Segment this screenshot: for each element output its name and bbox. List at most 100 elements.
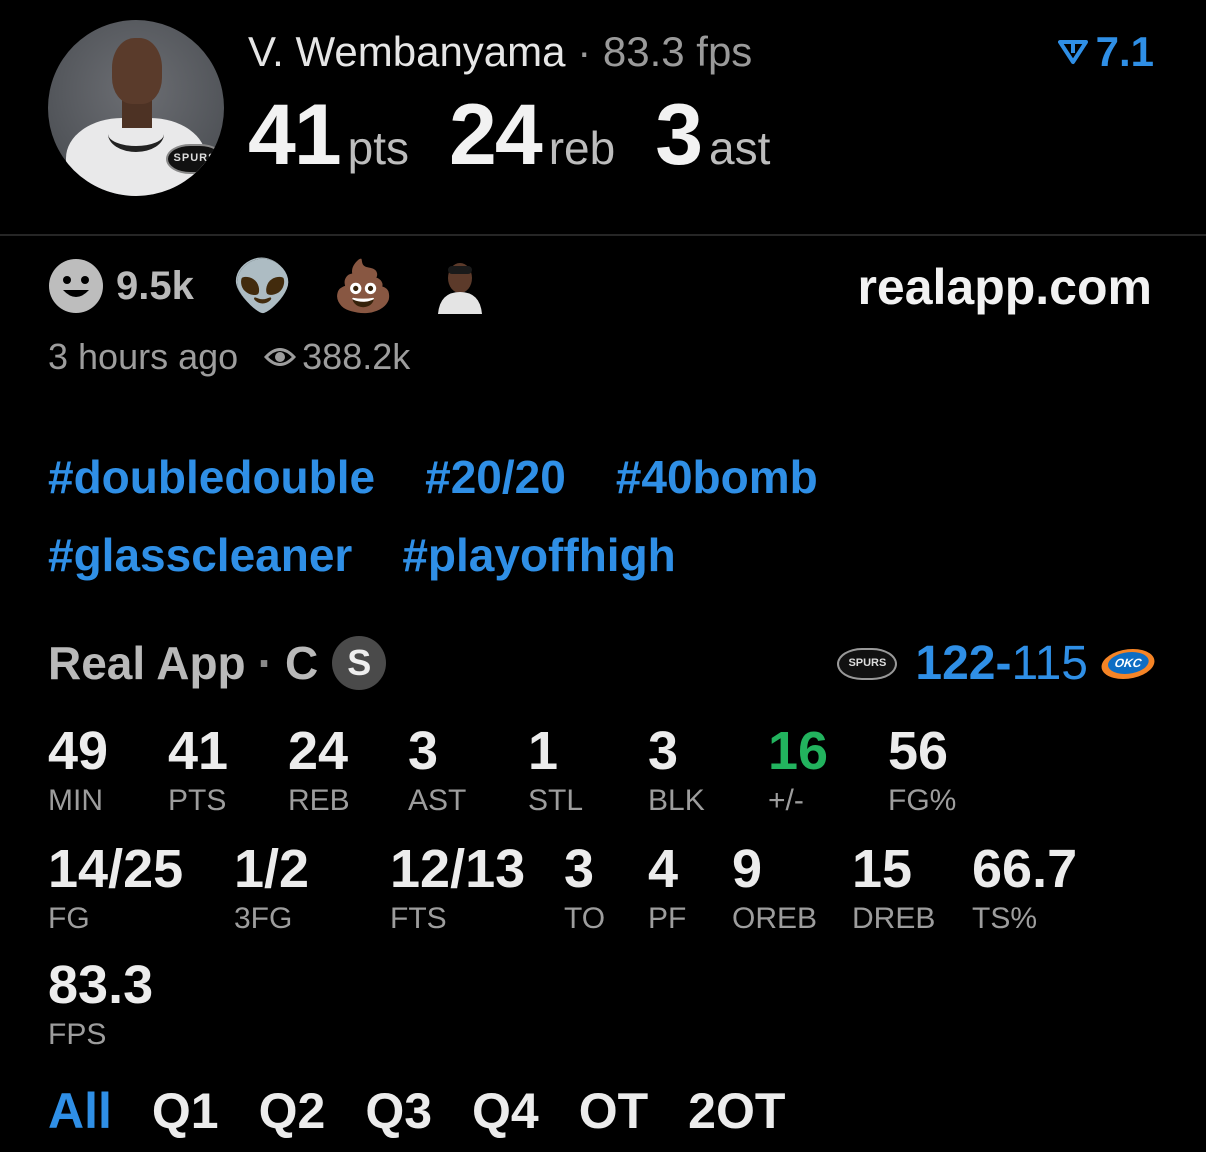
game-source: Real App · C S bbox=[48, 636, 387, 690]
period-tabs: All Q1 Q2 Q3 Q4 OT 2OT bbox=[48, 1082, 825, 1140]
source-label: Real App bbox=[48, 637, 246, 689]
stat-pts: 41 PTS bbox=[168, 724, 228, 816]
stat-label: TO bbox=[564, 902, 606, 935]
stat-reb: 24 REB bbox=[288, 724, 350, 816]
smile-count: 9.5k bbox=[116, 263, 194, 308]
tab-q4[interactable]: Q4 bbox=[472, 1082, 539, 1140]
stat-value: 4 bbox=[648, 839, 679, 899]
stat-label: FG% bbox=[888, 784, 957, 817]
stat-fg: 14/25 FG bbox=[48, 842, 183, 934]
stat-label: FG bbox=[48, 902, 90, 935]
stat-label: TS% bbox=[972, 902, 1038, 935]
score-home: 122 bbox=[915, 637, 996, 690]
hashtag-row: #doubledouble #20/20 #40bomb bbox=[48, 438, 1148, 516]
stat-label: DREB bbox=[852, 902, 936, 935]
post-time: 3 hours ago bbox=[48, 336, 239, 377]
score-separator: - bbox=[995, 637, 1012, 690]
stat-label: PF bbox=[648, 902, 687, 935]
stat-3fg: 1/2 3FG bbox=[234, 842, 309, 934]
site-link[interactable]: realapp.com bbox=[857, 258, 1152, 316]
stat-oreb: 9 OREB bbox=[732, 842, 817, 934]
team-logo-badge: SPURS bbox=[166, 144, 224, 174]
eye-icon bbox=[264, 348, 297, 366]
stat-label: MIN bbox=[48, 784, 103, 817]
stat-label: AST bbox=[408, 784, 467, 817]
stat-value: 41 bbox=[168, 721, 229, 781]
spurs-logo-icon: SPURS bbox=[837, 647, 898, 680]
stat-value: 66.7 bbox=[972, 839, 1078, 899]
stat-label: BLK bbox=[648, 784, 705, 817]
tab-all[interactable]: All bbox=[48, 1082, 112, 1140]
smile-icon bbox=[49, 259, 103, 313]
stat-label: 3FG bbox=[234, 902, 293, 935]
hashtag-list: #doubledouble #20/20 #40bomb #glassclean… bbox=[48, 438, 1148, 594]
stat-value: 3 bbox=[648, 721, 679, 781]
hashtag-link[interactable]: #playoffhigh bbox=[402, 528, 675, 582]
stat-value: 24 bbox=[288, 721, 349, 781]
stat-to: 3 TO bbox=[564, 842, 605, 934]
game-score[interactable]: SPURS 122-115 OKC bbox=[837, 636, 1159, 691]
stat-label: OREB bbox=[732, 902, 818, 935]
rating-value: 7.1 bbox=[1095, 28, 1154, 75]
rating-badge[interactable]: 7.1 bbox=[1057, 28, 1154, 76]
player-name[interactable]: V. Wembanyama bbox=[248, 28, 566, 75]
stat-dreb: 15 DREB bbox=[852, 842, 935, 934]
tab-q2[interactable]: Q2 bbox=[259, 1082, 326, 1140]
okc-logo-text: OKC bbox=[1104, 651, 1152, 674]
headline-rebounds-unit: reb bbox=[548, 122, 616, 174]
stat-value: 15 bbox=[852, 839, 913, 899]
headline-assists-value: 3 bbox=[655, 87, 703, 183]
stat-value: 1/2 bbox=[234, 839, 310, 899]
view-count: 388.2k bbox=[264, 336, 410, 378]
headline-stats: 41 pts 24 reb 3 ast bbox=[248, 86, 810, 185]
player-avatar[interactable]: SPURS bbox=[48, 20, 224, 196]
poop-emoji[interactable]: 💩 bbox=[332, 261, 394, 311]
hashtag-link[interactable]: #40bomb bbox=[616, 450, 818, 504]
user-avatar-reaction-icon[interactable] bbox=[432, 258, 489, 314]
tab-2ot[interactable]: 2OT bbox=[688, 1082, 785, 1140]
hashtag-row: #glasscleaner #playoffhigh bbox=[48, 516, 1148, 594]
stat-value: 56 bbox=[888, 721, 949, 781]
stat-value: 83.3 bbox=[48, 955, 154, 1015]
player-title[interactable]: V. Wembanyama · 83.3 fps bbox=[248, 28, 752, 76]
stat-fg-pct: 56 FG% bbox=[888, 724, 956, 816]
position-label: C bbox=[284, 637, 319, 689]
separator-dot: · bbox=[577, 28, 592, 75]
stat-fts: 12/13 FTS bbox=[390, 842, 525, 934]
stat-value: 1 bbox=[528, 721, 559, 781]
stat-label: PTS bbox=[168, 784, 227, 817]
stat-value: 14/25 bbox=[48, 839, 184, 899]
stat-value: 3 bbox=[564, 839, 595, 899]
hashtag-link[interactable]: #20/20 bbox=[425, 450, 566, 504]
starter-badge: S bbox=[332, 636, 387, 690]
stat-label: STL bbox=[528, 784, 584, 817]
hashtag-link[interactable]: #glasscleaner bbox=[48, 528, 352, 582]
stat-fps: 83.3 FPS bbox=[48, 958, 153, 1050]
stat-value: 16 bbox=[768, 721, 829, 781]
headline-assists-unit: ast bbox=[709, 122, 771, 174]
okc-logo-icon: OKC bbox=[1097, 648, 1159, 679]
score-away: 115 bbox=[1011, 637, 1088, 690]
post-meta: 3 hours ago 388.2k bbox=[48, 336, 410, 378]
header-divider bbox=[0, 234, 1206, 236]
avatar-jersey-trim bbox=[108, 116, 164, 152]
stat-value: 9 bbox=[732, 839, 763, 899]
hashtag-link[interactable]: #doubledouble bbox=[48, 450, 375, 504]
headline-points-unit: pts bbox=[347, 122, 410, 174]
stat-value: 12/13 bbox=[390, 839, 526, 899]
stat-plus-minus: 16 +/- bbox=[768, 724, 828, 816]
stat-value: 3 bbox=[408, 721, 439, 781]
stat-value: 49 bbox=[48, 721, 109, 781]
tab-q1[interactable]: Q1 bbox=[152, 1082, 219, 1140]
reaction-bar: 9.5k 👽 💩 bbox=[48, 258, 489, 314]
view-count-value: 388.2k bbox=[302, 336, 411, 377]
alien-emoji[interactable]: 👽 bbox=[232, 261, 294, 311]
tab-ot[interactable]: OT bbox=[579, 1082, 648, 1140]
tab-q3[interactable]: Q3 bbox=[365, 1082, 432, 1140]
stat-ts-pct: 66.7 TS% bbox=[972, 842, 1077, 934]
headline-rebounds-value: 24 bbox=[449, 87, 543, 183]
smile-reaction[interactable]: 9.5k bbox=[48, 258, 194, 314]
final-score: 122-115 bbox=[915, 636, 1088, 691]
stat-label: FPS bbox=[48, 1018, 107, 1051]
stat-label: FTS bbox=[390, 902, 447, 935]
